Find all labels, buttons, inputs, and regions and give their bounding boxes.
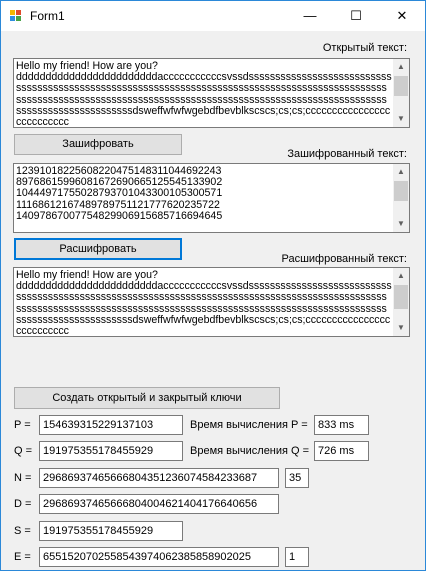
cipher-text-label: Зашифрованный текст: [287,148,407,160]
generate-keys-button[interactable]: Создать открытый и закрытый ключи [14,387,280,409]
s-field[interactable]: 191975355178455929 [39,521,183,541]
decrypted-text-scrollbar[interactable]: ▲ ▼ [393,268,409,336]
cipher-text-area[interactable]: 12391018225608220475148311044692243 89768… [13,163,410,233]
e-label: E = [14,551,31,563]
scroll-down-arrow-icon[interactable]: ▼ [393,320,409,336]
decrypted-text-area[interactable]: Hello my friend! How are you? dddddddddd… [13,267,410,337]
time-q-field[interactable]: 726 ms [314,441,369,461]
cipher-line: 10444971755028793701043300105300571 [16,187,223,200]
plain-text-content: Hello my friend! How are you? dddddddddd… [16,61,392,125]
d-label: D = [14,498,32,510]
decrypted-text-content: Hello my friend! How are you? dddddddddd… [16,270,392,334]
time-p-field[interactable]: 833 ms [314,415,369,435]
scroll-thumb[interactable] [394,76,408,96]
time-q-label: Время вычисления Q = [190,445,310,457]
close-button[interactable]: ✕ [379,1,425,31]
scroll-down-arrow-icon[interactable]: ▼ [393,111,409,127]
scroll-up-arrow-icon[interactable]: ▲ [393,268,409,284]
time-p-label: Время вычисления P = [190,419,308,431]
scroll-thumb[interactable] [394,181,408,201]
cipher-text-scrollbar[interactable]: ▲ ▼ [393,164,409,232]
scroll-down-arrow-icon[interactable]: ▼ [393,216,409,232]
scroll-thumb[interactable] [394,285,408,309]
s-label: S = [14,525,31,537]
q-field[interactable]: 191975355178455929 [39,441,183,461]
e-side-field[interactable]: 1 [285,547,309,567]
n-label: N = [14,472,32,484]
n-side-field[interactable]: 35 [285,468,309,488]
encrypt-button[interactable]: Зашифровать [14,134,182,155]
form-window: Form1 — ☐ ✕ Открытый текст: Hello my fri… [0,0,426,571]
p-field[interactable]: 154639315229137103 [39,415,183,435]
plain-text-scrollbar[interactable]: ▲ ▼ [393,59,409,127]
q-label: Q = [14,445,33,457]
scroll-up-arrow-icon[interactable]: ▲ [393,164,409,180]
app-icon [10,10,22,22]
plain-text-area[interactable]: Hello my friend! How are you? dddddddddd… [13,58,410,128]
p-label: P = [14,419,31,431]
plain-text-label: Открытый текст: [322,42,407,54]
e-field[interactable]: 6551520702558543974062385858902025 [39,547,279,567]
maximize-button[interactable]: ☐ [333,1,379,31]
decrypted-text-label: Расшифрованный текст: [281,253,407,265]
cipher-text-content: 12391018225608220475148311044692243 89768… [16,166,392,230]
scroll-up-arrow-icon[interactable]: ▲ [393,59,409,75]
d-field[interactable]: 29686937465666804004621404176640656 [39,494,279,514]
title-bar: Form1 — ☐ ✕ [1,1,425,31]
n-field[interactable]: 29686937465666804351236074584233687 [39,468,279,488]
minimize-button[interactable]: — [287,1,333,31]
cipher-line: 14097867007754829906915685716694645 [16,209,223,222]
window-title: Form1 [30,9,65,23]
decrypt-button[interactable]: Расшифровать [14,238,182,260]
